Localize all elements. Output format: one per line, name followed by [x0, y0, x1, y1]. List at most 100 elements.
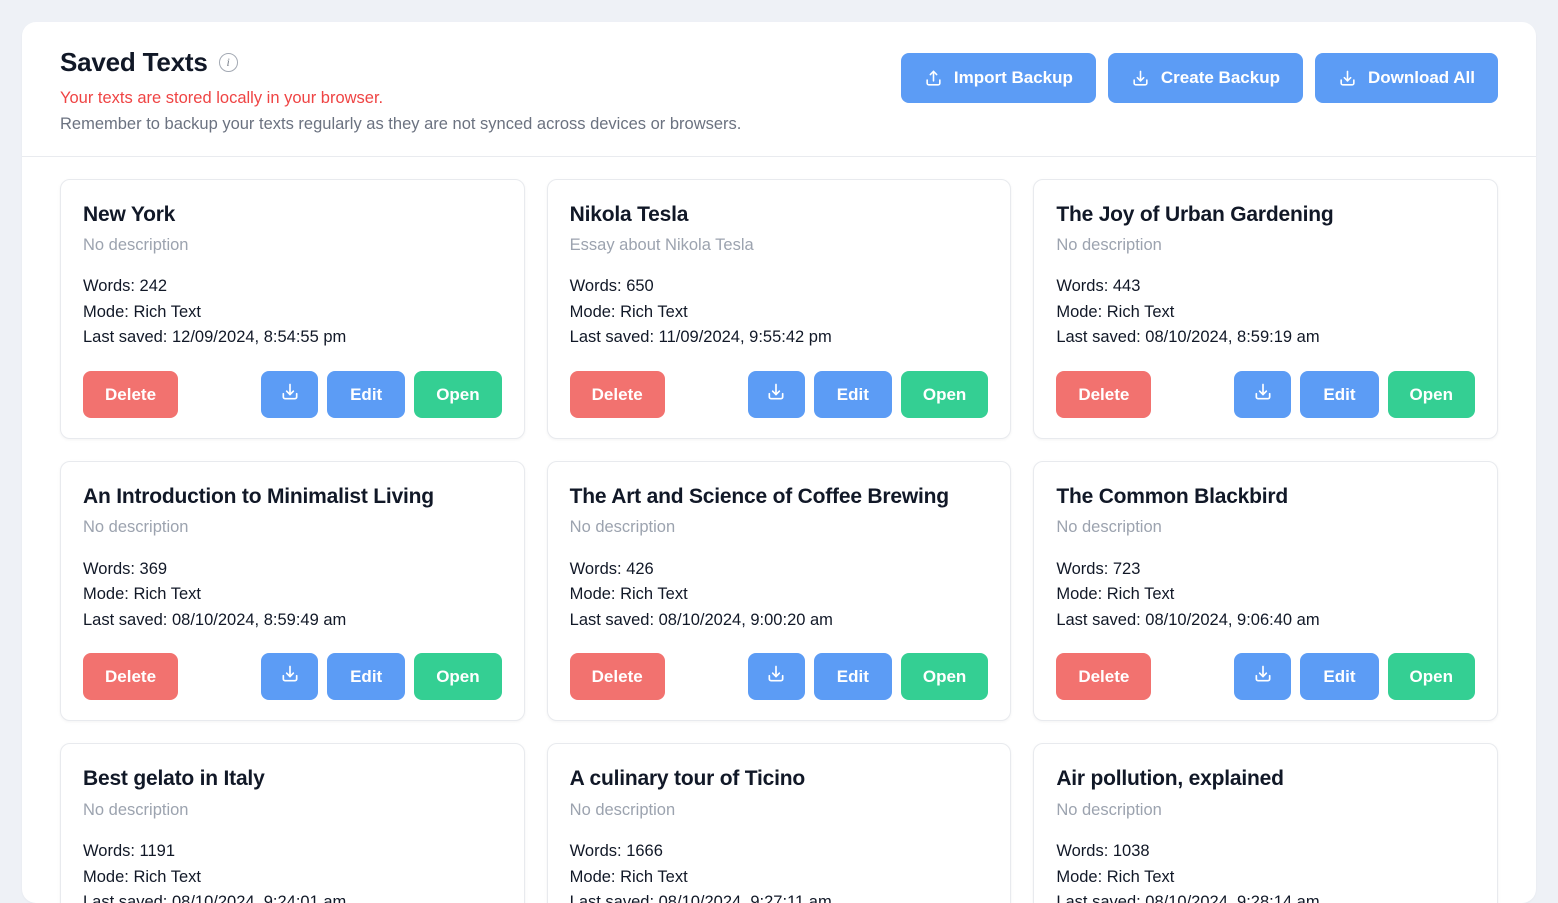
card-mode: Mode: Rich Text — [83, 582, 502, 608]
saved-text-card[interactable]: New York No description Words: 242 Mode:… — [60, 179, 525, 439]
saved-texts-panel: Saved Texts i Your texts are stored loca… — [22, 22, 1536, 903]
card-meta: Words: 1191 Mode: Rich Text Last saved: … — [83, 839, 502, 903]
edit-button[interactable]: Edit — [1300, 371, 1378, 418]
card-last-saved: Last saved: 08/10/2024, 9:24:01 am — [83, 890, 502, 903]
open-button[interactable]: Open — [414, 653, 501, 700]
card-mode: Mode: Rich Text — [570, 582, 989, 608]
open-button[interactable]: Open — [1388, 653, 1475, 700]
download-button[interactable] — [261, 371, 318, 418]
card-description: No description — [1056, 517, 1475, 538]
card-words: Words: 1038 — [1056, 839, 1475, 865]
upload-icon — [924, 69, 943, 88]
card-actions: Delete Edit Open — [1056, 653, 1475, 700]
card-mode: Mode: Rich Text — [1056, 300, 1475, 326]
download-icon — [1131, 69, 1150, 88]
delete-button[interactable]: Delete — [1056, 653, 1151, 700]
panel-header: Saved Texts i Your texts are stored loca… — [22, 22, 1536, 157]
card-words: Words: 723 — [1056, 557, 1475, 583]
edit-button[interactable]: Edit — [814, 371, 892, 418]
saved-text-card[interactable]: The Joy of Urban Gardening No descriptio… — [1033, 179, 1498, 439]
download-all-button[interactable]: Download All — [1315, 53, 1498, 103]
delete-button[interactable]: Delete — [83, 371, 178, 418]
open-button[interactable]: Open — [901, 371, 988, 418]
card-meta: Words: 723 Mode: Rich Text Last saved: 0… — [1056, 557, 1475, 634]
header-text-block: Saved Texts i Your texts are stored loca… — [60, 46, 741, 138]
info-icon[interactable]: i — [219, 53, 238, 72]
card-mode: Mode: Rich Text — [1056, 582, 1475, 608]
card-actions: Delete Edit Open — [83, 653, 502, 700]
card-meta: Words: 443 Mode: Rich Text Last saved: 0… — [1056, 274, 1475, 351]
card-meta: Words: 242 Mode: Rich Text Last saved: 1… — [83, 274, 502, 351]
edit-button[interactable]: Edit — [1300, 653, 1378, 700]
card-last-saved: Last saved: 11/09/2024, 9:55:42 pm — [570, 325, 989, 351]
delete-button[interactable]: Delete — [570, 371, 665, 418]
download-icon — [1338, 69, 1357, 88]
card-actions: Delete Edit Open — [570, 653, 989, 700]
saved-text-card[interactable]: Nikola Tesla Essay about Nikola Tesla Wo… — [547, 179, 1012, 439]
card-meta: Words: 650 Mode: Rich Text Last saved: 1… — [570, 274, 989, 351]
card-description: No description — [83, 800, 502, 821]
card-last-saved: Last saved: 08/10/2024, 9:00:20 am — [570, 608, 989, 634]
page-title: Saved Texts — [60, 48, 208, 77]
card-title: The Joy of Urban Gardening — [1056, 202, 1475, 227]
header-actions: Import Backup Create Backup — [901, 46, 1498, 103]
import-backup-button[interactable]: Import Backup — [901, 53, 1096, 103]
card-description: No description — [83, 517, 502, 538]
saved-text-card[interactable]: A culinary tour of Ticino No description… — [547, 743, 1012, 903]
card-actions: Delete Edit Open — [83, 371, 502, 418]
saved-text-card[interactable]: Best gelato in Italy No description Word… — [60, 743, 525, 903]
card-last-saved: Last saved: 08/10/2024, 9:27:11 am — [570, 890, 989, 903]
card-description: No description — [1056, 800, 1475, 821]
card-meta: Words: 1666 Mode: Rich Text Last saved: … — [570, 839, 989, 903]
card-last-saved: Last saved: 12/09/2024, 8:54:55 pm — [83, 325, 502, 351]
card-words: Words: 1191 — [83, 839, 502, 865]
saved-text-card[interactable]: The Art and Science of Coffee Brewing No… — [547, 461, 1012, 721]
card-mode: Mode: Rich Text — [1056, 865, 1475, 891]
download-button[interactable] — [748, 653, 805, 700]
card-words: Words: 1666 — [570, 839, 989, 865]
download-button[interactable] — [1234, 371, 1291, 418]
card-meta: Words: 1038 Mode: Rich Text Last saved: … — [1056, 839, 1475, 903]
open-button[interactable]: Open — [414, 371, 501, 418]
card-title: Air pollution, explained — [1056, 766, 1475, 791]
edit-button[interactable]: Edit — [327, 653, 405, 700]
edit-button[interactable]: Edit — [814, 653, 892, 700]
saved-text-card[interactable]: Air pollution, explained No description … — [1033, 743, 1498, 903]
download-button[interactable] — [261, 653, 318, 700]
delete-button[interactable]: Delete — [570, 653, 665, 700]
download-icon — [1253, 382, 1273, 407]
open-button[interactable]: Open — [901, 653, 988, 700]
card-mode: Mode: Rich Text — [570, 300, 989, 326]
card-words: Words: 650 — [570, 274, 989, 300]
open-button[interactable]: Open — [1388, 371, 1475, 418]
download-icon — [766, 382, 786, 407]
delete-button[interactable]: Delete — [83, 653, 178, 700]
download-icon — [766, 664, 786, 689]
import-backup-label: Import Backup — [954, 68, 1073, 88]
card-title: The Art and Science of Coffee Brewing — [570, 484, 989, 509]
card-mode: Mode: Rich Text — [83, 300, 502, 326]
edit-button[interactable]: Edit — [327, 371, 405, 418]
card-words: Words: 242 — [83, 274, 502, 300]
delete-button[interactable]: Delete — [1056, 371, 1151, 418]
card-actions: Delete Edit Open — [570, 371, 989, 418]
card-description: No description — [570, 800, 989, 821]
card-words: Words: 426 — [570, 557, 989, 583]
card-actions: Delete Edit Open — [1056, 371, 1475, 418]
saved-text-card[interactable]: The Common Blackbird No description Word… — [1033, 461, 1498, 721]
card-meta: Words: 426 Mode: Rich Text Last saved: 0… — [570, 557, 989, 634]
title-row: Saved Texts i — [60, 48, 741, 77]
card-description: No description — [1056, 235, 1475, 256]
card-meta: Words: 369 Mode: Rich Text Last saved: 0… — [83, 557, 502, 634]
card-words: Words: 443 — [1056, 274, 1475, 300]
download-button[interactable] — [748, 371, 805, 418]
backup-reminder-text: Remember to backup your texts regularly … — [60, 112, 741, 138]
download-button[interactable] — [1234, 653, 1291, 700]
saved-text-card[interactable]: An Introduction to Minimalist Living No … — [60, 461, 525, 721]
create-backup-button[interactable]: Create Backup — [1108, 53, 1303, 103]
card-title: The Common Blackbird — [1056, 484, 1475, 509]
card-title: A culinary tour of Ticino — [570, 766, 989, 791]
card-description: Essay about Nikola Tesla — [570, 235, 989, 256]
card-words: Words: 369 — [83, 557, 502, 583]
download-icon — [1253, 664, 1273, 689]
